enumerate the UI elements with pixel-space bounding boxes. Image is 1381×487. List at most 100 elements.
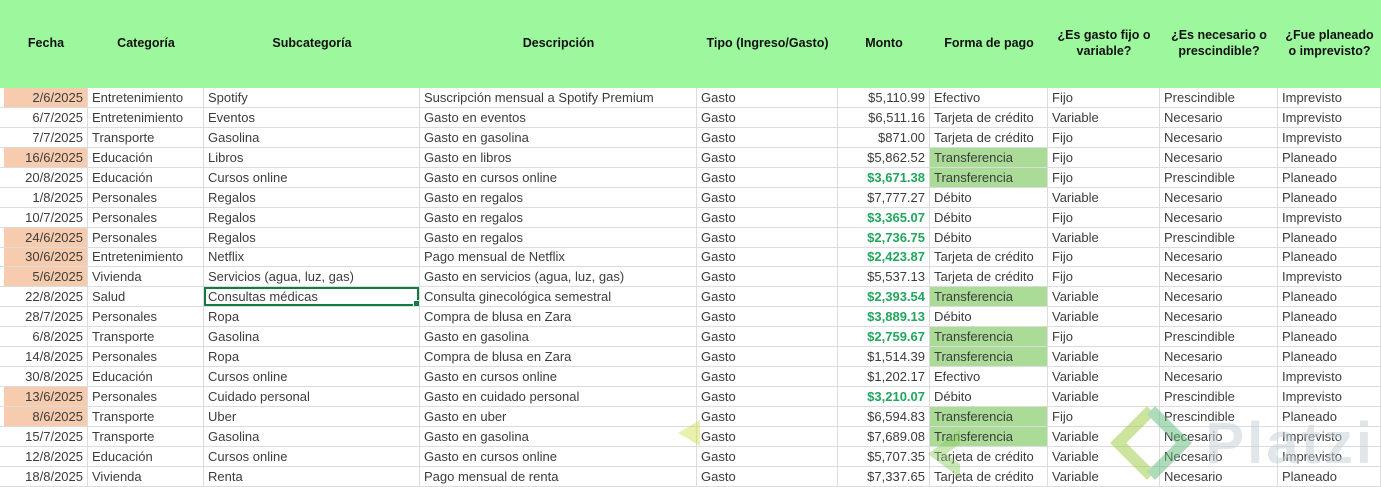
cell-descripcion[interactable]: Gasto en gasolina [420, 426, 697, 447]
cell-fijo-variable[interactable]: Fijo [1048, 327, 1160, 348]
cell-descripcion[interactable]: Compra de blusa en Zara [420, 307, 697, 328]
cell-planeado-imprevisto[interactable]: Planeado [1278, 466, 1381, 487]
cell-monto[interactable]: $1,514.39 [838, 347, 930, 368]
cell-fijo-variable[interactable]: Fijo [1048, 247, 1160, 268]
cell-categoria[interactable]: Educación [88, 446, 204, 467]
cell-monto[interactable]: $7,337.65 [838, 466, 930, 487]
cell-tipo[interactable]: Gasto [697, 426, 838, 447]
cell-tipo[interactable]: Gasto [697, 207, 838, 228]
cell-fecha[interactable]: 6/8/2025 [4, 327, 88, 348]
cell-tipo[interactable]: Gasto [697, 107, 838, 128]
cell-forma-de-pago[interactable]: Tarjeta de crédito [930, 127, 1048, 148]
cell-categoria[interactable]: Educación [88, 147, 204, 168]
cell-fijo-variable[interactable]: Variable [1048, 187, 1160, 208]
cell-fecha[interactable]: 14/8/2025 [4, 347, 88, 368]
cell-fijo-variable[interactable]: Fijo [1048, 88, 1160, 108]
cell-necesario-prescindible[interactable]: Prescindible [1160, 167, 1278, 188]
cell-forma-de-pago[interactable]: Tarjeta de crédito [930, 247, 1048, 268]
cell-fecha[interactable]: 8/6/2025 [4, 407, 88, 427]
header-tipo[interactable]: Tipo (Ingreso/Gasto) [697, 0, 838, 88]
header-fecha[interactable]: Fecha [4, 0, 88, 88]
cell-forma-de-pago[interactable]: Tarjeta de crédito [930, 446, 1048, 467]
cell-descripcion[interactable]: Gasto en gasolina [420, 327, 697, 348]
cell-fecha[interactable]: 28/7/2025 [4, 307, 88, 328]
cell-categoria[interactable]: Personales [88, 187, 204, 208]
cell-monto[interactable]: $6,594.83 [838, 407, 930, 427]
cell-subcategoria[interactable]: Regalos [204, 207, 420, 228]
cell-categoria[interactable]: Personales [88, 207, 204, 228]
cell-categoria[interactable]: Transporte [88, 327, 204, 348]
cell-categoria[interactable]: Educación [88, 167, 204, 188]
cell-tipo[interactable]: Gasto [697, 446, 838, 467]
cell-descripcion[interactable]: Gasto en cursos online [420, 367, 697, 388]
cell-fijo-variable[interactable]: Fijo [1048, 207, 1160, 228]
cell-forma-de-pago[interactable]: Transferencia [930, 327, 1048, 348]
cell-planeado-imprevisto[interactable]: Planeado [1278, 227, 1381, 248]
cell-subcategoria[interactable]: Ropa [204, 347, 420, 368]
cell-monto[interactable]: $6,511.16 [838, 107, 930, 128]
cell-planeado-imprevisto[interactable]: Planeado [1278, 327, 1381, 348]
cell-forma-de-pago[interactable]: Transferencia [930, 147, 1048, 168]
cell-subcategoria[interactable]: Spotify [204, 88, 420, 108]
cell-descripcion[interactable]: Suscripción mensual a Spotify Premium [420, 88, 697, 108]
cell-planeado-imprevisto[interactable]: Planeado [1278, 287, 1381, 308]
cell-necesario-prescindible[interactable]: Necesario [1160, 247, 1278, 268]
cell-categoria[interactable]: Personales [88, 307, 204, 328]
cell-categoria[interactable]: Entretenimiento [88, 88, 204, 108]
cell-fecha[interactable]: 16/6/2025 [4, 147, 88, 168]
cell-categoria[interactable]: Vivienda [88, 466, 204, 487]
cell-forma-de-pago[interactable]: Transferencia [930, 347, 1048, 368]
cell-descripcion[interactable]: Gasto en regalos [420, 187, 697, 208]
header-planeado-imprevisto[interactable]: ¿Fue planeado o imprevisto? [1278, 0, 1381, 88]
cell-fecha[interactable]: 30/6/2025 [4, 247, 88, 268]
cell-fijo-variable[interactable]: Variable [1048, 387, 1160, 407]
cell-tipo[interactable]: Gasto [697, 187, 838, 208]
cell-subcategoria[interactable]: Gasolina [204, 426, 420, 447]
cell-planeado-imprevisto[interactable]: Imprevisto [1278, 207, 1381, 228]
cell-planeado-imprevisto[interactable]: Imprevisto [1278, 387, 1381, 407]
cell-categoria[interactable]: Transporte [88, 127, 204, 148]
cell-planeado-imprevisto[interactable]: Planeado [1278, 247, 1381, 268]
cell-subcategoria[interactable]: Cursos online [204, 167, 420, 188]
cell-subcategoria[interactable]: Servicios (agua, luz, gas) [204, 267, 420, 288]
cell-monto[interactable]: $5,110.99 [838, 88, 930, 108]
cell-forma-de-pago[interactable]: Débito [930, 187, 1048, 208]
header-descripcion[interactable]: Descripción [420, 0, 697, 88]
cell-monto[interactable]: $3,889.13 [838, 307, 930, 328]
cell-tipo[interactable]: Gasto [697, 227, 838, 248]
cell-necesario-prescindible[interactable]: Necesario [1160, 147, 1278, 168]
cell-subcategoria[interactable]: Cursos online [204, 446, 420, 467]
cell-subcategoria[interactable]: Eventos [204, 107, 420, 128]
cell-monto[interactable]: $3,671.38 [838, 167, 930, 188]
cell-tipo[interactable]: Gasto [697, 88, 838, 108]
cell-descripcion[interactable]: Gasto en cursos online [420, 167, 697, 188]
cell-necesario-prescindible[interactable]: Prescindible [1160, 88, 1278, 108]
cell-fecha[interactable]: 5/6/2025 [4, 267, 88, 288]
cell-necesario-prescindible[interactable]: Necesario [1160, 466, 1278, 487]
cell-forma-de-pago[interactable]: Débito [930, 207, 1048, 228]
cell-necesario-prescindible[interactable]: Necesario [1160, 267, 1278, 288]
cell-fijo-variable[interactable]: Fijo [1048, 267, 1160, 288]
cell-forma-de-pago[interactable]: Débito [930, 227, 1048, 248]
cell-fecha[interactable]: 7/7/2025 [4, 127, 88, 148]
cell-forma-de-pago[interactable]: Tarjeta de crédito [930, 267, 1048, 288]
cell-descripcion[interactable]: Gasto en gasolina [420, 127, 697, 148]
cell-tipo[interactable]: Gasto [697, 167, 838, 188]
header-gasto-fijo-variable[interactable]: ¿Es gasto fijo o variable? [1048, 0, 1160, 88]
cell-necesario-prescindible[interactable]: Prescindible [1160, 227, 1278, 248]
cell-planeado-imprevisto[interactable]: Imprevisto [1278, 107, 1381, 128]
cell-subcategoria-selected[interactable]: Consultas médicas [204, 287, 420, 308]
cell-forma-de-pago[interactable]: Transferencia [930, 287, 1048, 308]
cell-fecha[interactable]: 10/7/2025 [4, 207, 88, 228]
cell-subcategoria[interactable]: Regalos [204, 187, 420, 208]
cell-monto[interactable]: $5,862.52 [838, 147, 930, 168]
cell-necesario-prescindible[interactable]: Necesario [1160, 426, 1278, 447]
cell-fecha[interactable]: 30/8/2025 [4, 367, 88, 388]
cell-tipo[interactable]: Gasto [697, 407, 838, 427]
cell-necesario-prescindible[interactable]: Necesario [1160, 187, 1278, 208]
cell-descripcion[interactable]: Compra de blusa en Zara [420, 347, 697, 368]
cell-fecha[interactable]: 15/7/2025 [4, 426, 88, 447]
cell-fecha[interactable]: 18/8/2025 [4, 466, 88, 487]
header-forma-de-pago[interactable]: Forma de pago [930, 0, 1048, 88]
header-monto[interactable]: Monto [838, 0, 930, 88]
